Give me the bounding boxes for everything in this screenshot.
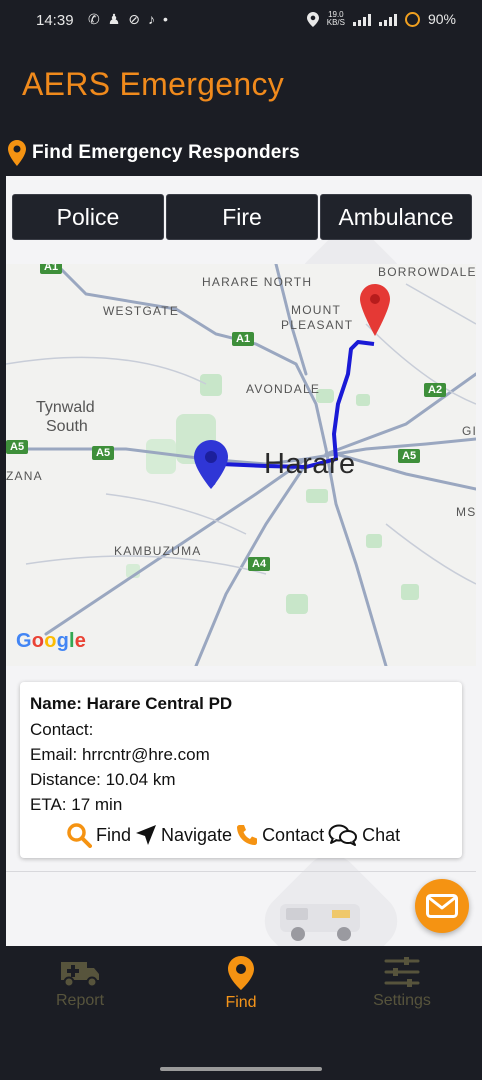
- map-label: MOUNT: [291, 303, 341, 317]
- nav-item-find[interactable]: Find: [181, 956, 301, 1012]
- notification-icons: ✆ ♟ ⊘ ♪ •: [88, 11, 168, 28]
- contact-button[interactable]: Contact: [236, 824, 324, 846]
- dot-icon: •: [163, 11, 168, 27]
- contact-label: Contact: [262, 824, 325, 845]
- tab-police[interactable]: Police: [12, 194, 164, 240]
- map-label: GI: [462, 424, 476, 438]
- status-right: 19.0 KB/S 90%: [306, 11, 456, 27]
- location-status-icon: [306, 11, 319, 27]
- road-shield: A1: [232, 332, 255, 346]
- signal-icon-2: [378, 12, 397, 26]
- road-shield: A1: [40, 264, 63, 274]
- find-button[interactable]: Find: [66, 822, 131, 848]
- tiktok-icon: ♪: [148, 11, 156, 27]
- chat-label: Chat: [362, 824, 401, 845]
- map-label: ZANA: [6, 469, 43, 483]
- responder-name: Name: Harare Central PD: [30, 694, 233, 713]
- envelope-icon: [426, 894, 458, 918]
- status-bar: 14:39 ✆ ♟ ⊘ ♪ • 19.0 KB/S 90%: [0, 0, 482, 44]
- section-title: Find Emergency Responders: [32, 142, 300, 163]
- road-shield: A4: [248, 557, 271, 571]
- find-label: Find: [96, 824, 132, 845]
- card-actions: Find Navigate Contact Chat: [66, 822, 404, 848]
- net-speed: 19.0 KB/S: [327, 11, 345, 27]
- battery-level: 90%: [427, 11, 456, 27]
- sliders-icon: [384, 957, 420, 987]
- tab-ambulance[interactable]: Ambulance: [320, 194, 472, 240]
- nav-label-report: Report: [55, 992, 105, 1009]
- tab-fire[interactable]: Fire: [166, 194, 318, 240]
- circle-check-icon: ⊘: [128, 11, 141, 27]
- map-label: Tynwald: [36, 399, 95, 416]
- origin-marker: [194, 440, 228, 489]
- signal-icon: [352, 12, 371, 26]
- walk-icon: ♟: [107, 11, 121, 27]
- responder-contact: Contact:: [30, 720, 94, 739]
- map-label: PLEASANT: [281, 318, 354, 332]
- ambulance-illustration: [280, 904, 360, 941]
- map-canvas: [6, 264, 476, 666]
- road-shield: A5: [398, 449, 421, 463]
- navigation-arrow-icon: [136, 825, 157, 845]
- map-label: South: [46, 418, 88, 435]
- destination-marker: [360, 284, 390, 336]
- responder-email: Email: hrrcntr@hre.com: [30, 745, 210, 764]
- responder-distance: Distance: 10.04 km: [30, 770, 176, 789]
- search-icon: [67, 823, 92, 848]
- message-fab-button[interactable]: [415, 879, 469, 933]
- map-label: AVONDALE: [246, 382, 321, 396]
- whatsapp-icon: ✆: [88, 11, 100, 27]
- ambulance-icon: [61, 962, 99, 988]
- bottom-navigation: Report Find Settings: [0, 946, 482, 1060]
- chat-bubbles-icon: [328, 824, 358, 846]
- navigate-button[interactable]: Navigate: [135, 824, 232, 846]
- app-title: AERS Emergency: [22, 66, 285, 102]
- map-city-label: Harare: [264, 448, 356, 480]
- road-shield: A2: [424, 383, 447, 397]
- responder-type-tabs: Police Fire Ambulance: [12, 194, 472, 240]
- nav-item-settings[interactable]: Settings: [342, 956, 462, 1010]
- home-indicator[interactable]: [160, 1067, 322, 1071]
- battery-icon: [404, 11, 420, 27]
- location-pin-icon: [8, 140, 26, 166]
- map-label: KAMBUZUMA: [114, 544, 202, 558]
- section-header: Find Emergency Responders: [8, 140, 300, 166]
- phone-icon: [237, 825, 258, 845]
- chat-button[interactable]: Chat: [328, 824, 400, 846]
- road-shield: A5: [6, 440, 29, 454]
- map-label: WESTGATE: [103, 304, 180, 318]
- map-view[interactable]: HARARE NORTH BORROWDALE WESTGATE MOUNT P…: [6, 264, 476, 666]
- map-label: MS: [456, 505, 476, 519]
- navigate-label: Navigate: [161, 824, 233, 845]
- net-speed-unit: KB/S: [326, 18, 345, 27]
- status-time: 14:39: [36, 12, 74, 29]
- divider: [6, 871, 476, 872]
- google-logo: Google: [16, 630, 87, 652]
- location-pin-icon: [228, 956, 254, 990]
- responder-eta: ETA: 17 min: [30, 795, 123, 814]
- map-label: BORROWDALE: [378, 265, 476, 279]
- nav-label-find: Find: [225, 994, 257, 1011]
- map-label: HARARE NORTH: [202, 275, 313, 289]
- nav-item-report[interactable]: Report: [20, 956, 140, 1010]
- nav-label-settings: Settings: [373, 992, 431, 1009]
- responder-info-card: Name: Harare Central PD Contact: Email: …: [20, 682, 462, 858]
- road-shield: A5: [92, 446, 115, 460]
